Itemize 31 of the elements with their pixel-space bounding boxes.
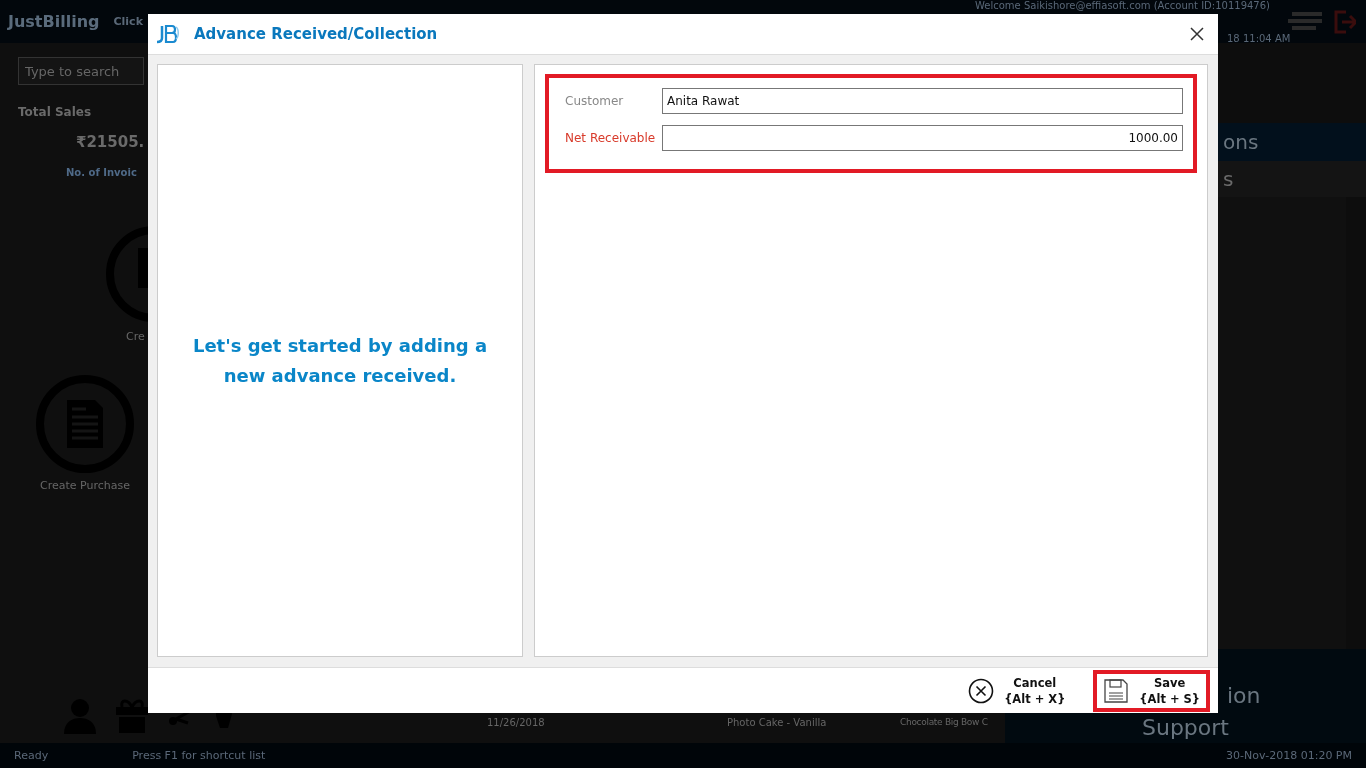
save-icon <box>1103 677 1130 704</box>
field-label: Net Receivable <box>565 131 657 145</box>
field-label: Customer <box>565 94 625 108</box>
table-cell: 11/26/2018 <box>487 717 545 728</box>
shortcut-hint: Press F1 for shortcut list <box>132 749 266 762</box>
total-sales-value: ₹21505. <box>76 133 146 151</box>
dialog-title: Advance Received/Collection <box>194 25 438 43</box>
menu-icon[interactable] <box>1288 11 1322 32</box>
app-logo: JustBilling <box>8 12 100 31</box>
header-hint: Click <box>113 15 143 28</box>
search-field[interactable]: Type to search <box>18 57 144 85</box>
table-cell: Photo Cake - Vanilla <box>727 717 827 728</box>
save-button[interactable]: Save {Alt + S} <box>1093 669 1210 712</box>
tile-label: Cre <box>126 330 146 343</box>
cancel-icon <box>968 677 995 704</box>
input-field[interactable]: Anita Rawat <box>662 88 1183 114</box>
gift-icon[interactable] <box>116 699 148 733</box>
table-cell: Chocolate Big Bow C <box>900 717 988 727</box>
status-text: Ready <box>14 749 49 762</box>
invoices-label: No. of Invoic <box>66 167 138 178</box>
input-field[interactable]: 1000.00 <box>662 125 1183 151</box>
empty-message: Let's get started by adding a new advance received. <box>191 333 489 388</box>
app-logo-icon <box>156 24 180 44</box>
tile-label: Create Purchase <box>40 479 130 492</box>
menu-item[interactable]: Support <box>1005 711 1366 743</box>
login-time: 18 11:04 AM <box>1227 33 1291 44</box>
status-datetime: 30-Nov-2018 01:20 PM <box>1226 749 1352 762</box>
welcome-text: Welcome Saikishore@effiasoft.com (Account ID:10119476) <box>975 0 1270 11</box>
close-icon[interactable] <box>1190 27 1204 41</box>
logout-icon[interactable] <box>1334 9 1356 34</box>
total-sales-label: Total Sales <box>18 105 93 119</box>
